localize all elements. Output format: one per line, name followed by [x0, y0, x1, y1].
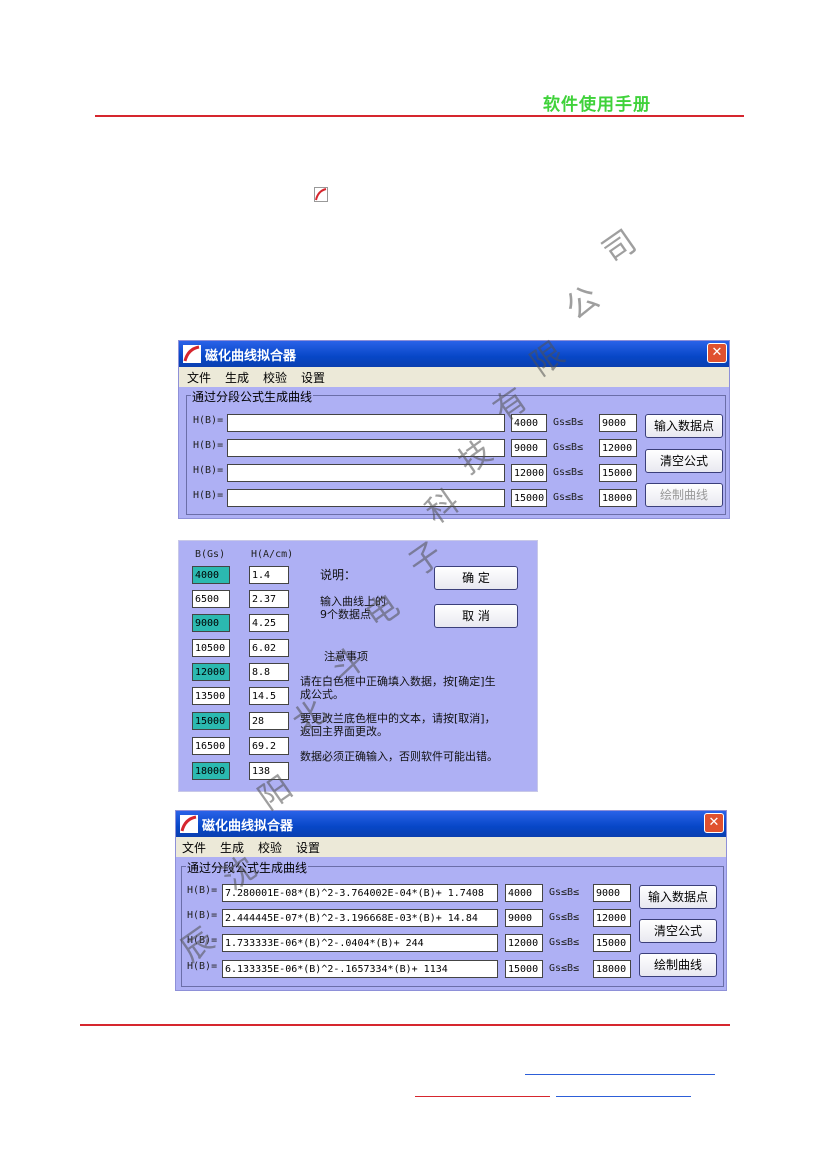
- range-from-input[interactable]: 9000: [511, 439, 547, 457]
- input-points-button[interactable]: 输入数据点: [639, 885, 717, 909]
- range-label: Gs≤B≤: [553, 417, 584, 428]
- col-header-h: H(A/cm): [251, 549, 294, 560]
- range-to-input[interactable]: 9000: [599, 414, 637, 432]
- b-value: 18000: [192, 762, 230, 780]
- range-from-input[interactable]: 12000: [505, 934, 543, 952]
- close-button[interactable]: ✕: [707, 343, 727, 363]
- range-from-input[interactable]: 12000: [511, 464, 547, 482]
- range-from-input[interactable]: 4000: [505, 884, 543, 902]
- group-label: 通过分段公式生成曲线: [191, 388, 314, 405]
- b-value: 4000: [192, 566, 230, 584]
- row-label: H(B)=: [193, 465, 224, 476]
- range-to-input[interactable]: 12000: [599, 439, 637, 457]
- b-input[interactable]: 16500: [192, 737, 230, 755]
- menu-settings[interactable]: 设置: [301, 369, 325, 386]
- row-label: H(B)=: [187, 885, 218, 896]
- range-from-input[interactable]: 15000: [511, 489, 547, 507]
- h-input[interactable]: 6.02: [249, 639, 289, 657]
- range-label: Gs≤B≤: [553, 467, 584, 478]
- range-to-input[interactable]: 15000: [593, 934, 631, 952]
- clear-formula-button[interactable]: 清空公式: [639, 919, 717, 943]
- h-input[interactable]: 28: [249, 712, 289, 730]
- range-from-input[interactable]: 15000: [505, 960, 543, 978]
- footer-rule: [80, 1024, 730, 1026]
- b-input[interactable]: 13500: [192, 687, 230, 705]
- window-title: 磁化曲线拟合器: [205, 349, 297, 364]
- menu-generate[interactable]: 生成: [225, 369, 249, 386]
- window-icon: [180, 815, 198, 833]
- menu-file[interactable]: 文件: [182, 839, 206, 856]
- menu-settings[interactable]: 设置: [296, 839, 320, 856]
- formula-input[interactable]: [227, 489, 505, 507]
- main-window-filled: 磁化曲线拟合器 ✕ 文件 生成 校验 设置 通过分段公式生成曲线 H(B)= 7…: [175, 810, 727, 991]
- range-to-input[interactable]: 9000: [593, 884, 631, 902]
- close-icon: ✕: [708, 815, 720, 830]
- app-icon: [314, 187, 328, 202]
- h-input[interactable]: 14.5: [249, 687, 289, 705]
- title-bar: 磁化曲线拟合器 ✕: [179, 341, 729, 367]
- b-value: 12000: [192, 663, 230, 681]
- h-input[interactable]: 69.2: [249, 737, 289, 755]
- range-label: Gs≤B≤: [549, 912, 580, 923]
- note-3: 数据必须正确输入，否则软件可能出错。: [300, 750, 498, 763]
- formula-input[interactable]: 1.733333E-06*(B)^2-.0404*(B)+ 244: [222, 934, 498, 952]
- title-bar: 磁化曲线拟合器 ✕: [176, 811, 726, 837]
- window-title: 磁化曲线拟合器: [202, 819, 294, 834]
- range-label: Gs≤B≤: [549, 963, 580, 974]
- row-label: H(B)=: [193, 440, 224, 451]
- b-input[interactable]: 10500: [192, 639, 230, 657]
- footer-link-underline[interactable]: [556, 1096, 691, 1097]
- close-icon: ✕: [711, 345, 723, 360]
- b-value: 9000: [192, 614, 230, 632]
- watermark-char: 公: [558, 277, 607, 328]
- input-points-button[interactable]: 输入数据点: [645, 414, 723, 438]
- b-input[interactable]: 6500: [192, 590, 230, 608]
- menu-file[interactable]: 文件: [187, 369, 211, 386]
- cancel-button[interactable]: 取 消: [434, 604, 518, 628]
- clear-formula-button[interactable]: 清空公式: [645, 449, 723, 473]
- h-input[interactable]: 1.4: [249, 566, 289, 584]
- range-label: Gs≤B≤: [549, 887, 580, 898]
- b-value: 15000: [192, 712, 230, 730]
- h-input[interactable]: 4.25: [249, 614, 289, 632]
- formula-input[interactable]: 2.444445E-07*(B)^2-3.196668E-03*(B)+ 14.…: [222, 909, 498, 927]
- note-1a: 请在白色框中正确填入数据，按[确定]生: [300, 675, 496, 688]
- footer-link-underline[interactable]: [415, 1096, 550, 1097]
- close-button[interactable]: ✕: [704, 813, 724, 833]
- range-to-input[interactable]: 15000: [599, 464, 637, 482]
- menu-bar: 文件 生成 校验 设置: [176, 837, 726, 857]
- formula-input[interactable]: 7.280001E-08*(B)^2-3.764002E-04*(B)+ 1.7…: [222, 884, 498, 902]
- range-from-input[interactable]: 9000: [505, 909, 543, 927]
- formula-input[interactable]: [227, 414, 505, 432]
- row-label: H(B)=: [193, 490, 224, 501]
- formula-input[interactable]: 6.133335E-06*(B)^2-.1657334*(B)+ 1134: [222, 960, 498, 978]
- menu-verify[interactable]: 校验: [263, 369, 287, 386]
- plot-curve-button[interactable]: 绘制曲线: [639, 953, 717, 977]
- menu-verify[interactable]: 校验: [258, 839, 282, 856]
- header-rule: [95, 115, 744, 117]
- manual-title: 软件使用手册: [543, 95, 651, 115]
- range-to-input[interactable]: 18000: [593, 960, 631, 978]
- row-label: H(B)=: [193, 415, 224, 426]
- col-header-b: B(Gs): [195, 549, 226, 560]
- footer-link-underline[interactable]: [525, 1074, 715, 1075]
- window-icon: [183, 345, 201, 363]
- desc-title: 说明：: [320, 568, 357, 582]
- menu-bar: 文件 生成 校验 设置: [179, 367, 729, 387]
- h-input[interactable]: 2.37: [249, 590, 289, 608]
- range-to-input[interactable]: 12000: [593, 909, 631, 927]
- watermark-char: 司: [595, 221, 644, 272]
- ok-button[interactable]: 确 定: [434, 566, 518, 590]
- plot-curve-button[interactable]: 绘制曲线: [645, 483, 723, 507]
- h-input[interactable]: 8.8: [249, 663, 289, 681]
- range-label: Gs≤B≤: [549, 937, 580, 948]
- range-label: Gs≤B≤: [553, 442, 584, 453]
- range-to-input[interactable]: 18000: [599, 489, 637, 507]
- range-label: Gs≤B≤: [553, 492, 584, 503]
- main-window-empty: 磁化曲线拟合器 ✕ 文件 生成 校验 设置 通过分段公式生成曲线 H(B)= 4…: [178, 340, 730, 519]
